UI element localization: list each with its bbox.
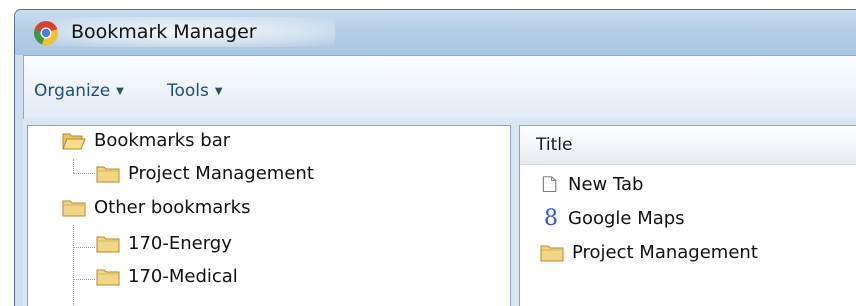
chrome-app-icon xyxy=(34,21,59,46)
tree-item-other-bookmarks[interactable]: Other bookmarks xyxy=(62,197,250,218)
list-item-google-maps[interactable]: 8 Google Maps xyxy=(540,205,685,231)
folder-tree-pane[interactable]: Bookmarks bar Project Management Other b… xyxy=(27,125,511,306)
tree-item-label: 170-Medical xyxy=(128,266,238,287)
tools-menu-label: Tools xyxy=(167,81,209,101)
pane-area: Bookmarks bar Project Management Other b… xyxy=(23,119,856,306)
folder-open-icon xyxy=(62,133,86,150)
tree-connector xyxy=(73,225,74,306)
client-area: Organize ▼ Tools ▼ Bookmarks bar Project… xyxy=(23,55,856,306)
list-item-label: Google Maps xyxy=(568,208,685,229)
tree-connector xyxy=(73,173,95,174)
list-item-label: Project Management xyxy=(572,242,758,263)
window-title: Bookmark Manager xyxy=(71,21,257,43)
tree-item-170-energy[interactable]: 170-Energy xyxy=(96,233,232,254)
list-item-label: New Tab xyxy=(568,173,644,195)
title-column-header[interactable]: Title xyxy=(536,135,572,155)
tree-item-170-medical[interactable]: 170-Medical xyxy=(96,266,238,287)
folder-icon xyxy=(540,245,564,262)
organize-menu-label: Organize xyxy=(34,81,111,101)
organize-menu[interactable]: Organize ▼ xyxy=(34,78,124,104)
chevron-down-icon: ▼ xyxy=(116,85,124,97)
bookmark-manager-window: Bookmark Manager Organize ▼ Tools ▼ Book… xyxy=(14,9,856,306)
list-header: Title xyxy=(520,126,856,165)
tools-menu[interactable]: Tools ▼ xyxy=(167,78,223,104)
page-icon xyxy=(542,176,557,192)
tree-item-label: Bookmarks bar xyxy=(94,130,231,151)
toolbar: Organize ▼ Tools ▼ xyxy=(23,55,856,120)
tree-item-label: 170-Energy xyxy=(128,233,232,254)
tree-item-project-management[interactable]: Project Management xyxy=(96,163,314,184)
bookmark-list-pane[interactable]: Title New Tab 8 Google Maps Project Mana… xyxy=(519,125,856,306)
tree-connector xyxy=(73,279,95,280)
tree-item-label: Project Management xyxy=(128,163,314,184)
list-item-new-tab[interactable]: New Tab xyxy=(540,173,643,195)
title-bar[interactable]: Bookmark Manager xyxy=(15,10,856,55)
page-top-strip xyxy=(0,0,856,9)
folder-icon xyxy=(96,166,120,183)
tree-item-label: Other bookmarks xyxy=(94,197,251,218)
tree-item-bookmarks-bar[interactable]: Bookmarks bar xyxy=(62,130,230,151)
chevron-down-icon: ▼ xyxy=(214,85,223,97)
folder-icon xyxy=(62,200,86,217)
folder-icon xyxy=(96,236,120,253)
list-item-project-management[interactable]: Project Management xyxy=(540,242,758,263)
tree-connector xyxy=(73,247,95,248)
folder-icon xyxy=(96,269,120,286)
tree-connector xyxy=(73,159,74,173)
google-favicon: 8 xyxy=(544,205,558,231)
